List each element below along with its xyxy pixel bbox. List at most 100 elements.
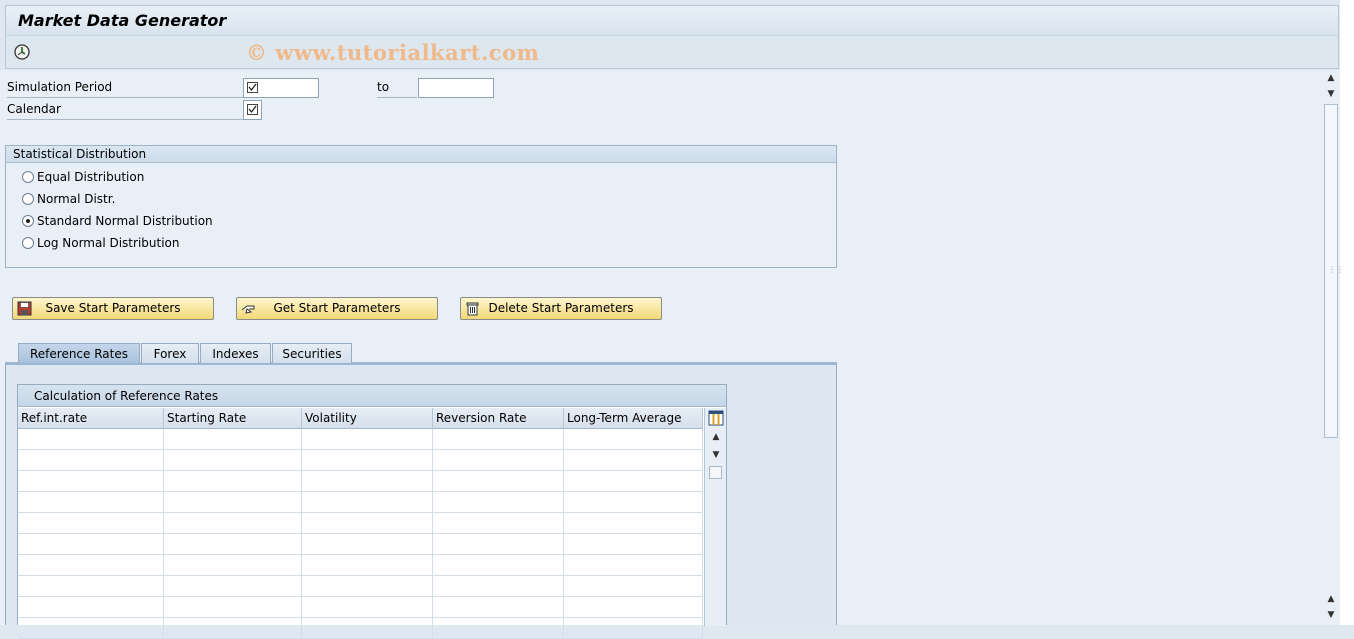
radio-standard-normal-distribution[interactable]: Standard Normal Distribution — [22, 212, 213, 230]
table-row[interactable] — [18, 492, 703, 513]
column-header-starting-rate[interactable]: Starting Rate — [164, 408, 302, 429]
table-settings-icon[interactable] — [708, 410, 724, 426]
table-cell[interactable] — [302, 597, 433, 618]
scroll-down-icon[interactable]: ▼ — [1325, 88, 1337, 100]
table-cell[interactable] — [164, 513, 302, 534]
tab-forex[interactable]: Forex — [141, 343, 199, 363]
table-cell[interactable] — [18, 555, 164, 576]
table-scroll-up-icon[interactable]: ▲ — [710, 432, 722, 442]
table-cell[interactable] — [564, 618, 703, 639]
table-cell[interactable] — [564, 513, 703, 534]
page-scrollbar[interactable]: ▲ ▼ ⋮⋮ ▲ ▼ — [1322, 70, 1344, 625]
table-cell[interactable] — [302, 618, 433, 639]
table-cell[interactable] — [302, 534, 433, 555]
table-cell[interactable] — [433, 597, 564, 618]
column-header-reversion-rate[interactable]: Reversion Rate — [433, 408, 564, 429]
table-cell[interactable] — [433, 534, 564, 555]
table-cell[interactable] — [164, 597, 302, 618]
table-cell[interactable] — [564, 597, 703, 618]
table-cell[interactable] — [18, 513, 164, 534]
table-cell[interactable] — [18, 471, 164, 492]
tab-indexes[interactable]: Indexes — [200, 343, 271, 363]
table-cell[interactable] — [18, 597, 164, 618]
table-cell[interactable] — [564, 492, 703, 513]
table-cell[interactable] — [564, 555, 703, 576]
table-row[interactable] — [18, 618, 703, 639]
tab-label: Reference Rates — [29, 347, 128, 361]
save-start-parameters-button[interactable]: Save Start Parameters — [12, 297, 214, 320]
table-cell[interactable] — [18, 618, 164, 639]
table-cell[interactable] — [433, 429, 564, 450]
table-cell[interactable] — [164, 492, 302, 513]
table-row[interactable] — [18, 429, 703, 450]
table-cell[interactable] — [164, 450, 302, 471]
table-cell[interactable] — [302, 555, 433, 576]
table-row[interactable] — [18, 555, 703, 576]
radio-normal-distribution[interactable]: Normal Distr. — [22, 190, 115, 208]
table-scrollbar[interactable]: ▲ ▼ — [704, 408, 726, 626]
table-cell[interactable] — [433, 555, 564, 576]
table-cell[interactable] — [433, 471, 564, 492]
required-check-icon — [247, 82, 258, 93]
simulation-period-label: Simulation Period — [7, 80, 243, 98]
table-cell[interactable] — [564, 534, 703, 555]
table-cell[interactable] — [164, 555, 302, 576]
table-cell[interactable] — [164, 534, 302, 555]
scroll-thumb[interactable]: ⋮⋮ — [1324, 104, 1344, 438]
table-row[interactable] — [18, 576, 703, 597]
column-header-long-term-average[interactable]: Long-Term Average — [564, 408, 703, 429]
column-header-volatility[interactable]: Volatility — [302, 408, 433, 429]
table-scroll-down-icon[interactable]: ▼ — [710, 450, 722, 460]
table-cell[interactable] — [433, 450, 564, 471]
simulation-period-to-input[interactable] — [418, 78, 494, 98]
table-cell[interactable] — [164, 471, 302, 492]
execute-clock-icon[interactable] — [13, 43, 31, 61]
table-cell[interactable] — [302, 471, 433, 492]
table-cell[interactable] — [164, 618, 302, 639]
table-cell[interactable] — [18, 450, 164, 471]
delete-start-parameters-button[interactable]: Delete Start Parameters — [460, 297, 662, 320]
radio-button[interactable] — [22, 237, 34, 249]
table-cell[interactable] — [18, 576, 164, 597]
table-row[interactable] — [18, 597, 703, 618]
table-cell[interactable] — [302, 429, 433, 450]
table-cell[interactable] — [164, 429, 302, 450]
table-cell[interactable] — [564, 450, 703, 471]
table-cell[interactable] — [433, 618, 564, 639]
table-row[interactable] — [18, 450, 703, 471]
table-cell[interactable] — [18, 429, 164, 450]
table-cell[interactable] — [302, 576, 433, 597]
get-start-parameters-button[interactable]: Get Start Parameters — [236, 297, 438, 320]
table-cell[interactable] — [433, 576, 564, 597]
scroll-page-up-icon[interactable]: ▲ — [1325, 593, 1337, 605]
table-scroll-thumb[interactable] — [709, 466, 722, 479]
column-header-ref-int-rate[interactable]: Ref.int.rate — [18, 408, 164, 429]
table-cell[interactable] — [433, 513, 564, 534]
scroll-page-down-icon[interactable]: ▼ — [1325, 609, 1337, 621]
calendar-input[interactable] — [243, 100, 262, 120]
to-label: to — [377, 80, 417, 98]
table-cell[interactable] — [302, 492, 433, 513]
table-cell[interactable] — [564, 471, 703, 492]
radio-button[interactable] — [22, 171, 34, 183]
radio-equal-distribution[interactable]: Equal Distribution — [22, 168, 144, 186]
scroll-up-icon[interactable]: ▲ — [1325, 72, 1337, 84]
table-cell[interactable] — [302, 513, 433, 534]
table-row[interactable] — [18, 534, 703, 555]
radio-button[interactable] — [22, 193, 34, 205]
table-cell[interactable] — [164, 576, 302, 597]
title-bar: Market Data Generator — [5, 5, 1339, 35]
simulation-period-from-input[interactable] — [243, 78, 319, 98]
table-cell[interactable] — [564, 576, 703, 597]
table-row[interactable] — [18, 513, 703, 534]
tab-securities[interactable]: Securities — [272, 343, 352, 363]
tab-reference-rates[interactable]: Reference Rates — [18, 343, 140, 363]
table-cell[interactable] — [18, 534, 164, 555]
radio-button[interactable] — [22, 215, 34, 227]
table-cell[interactable] — [18, 492, 164, 513]
table-cell[interactable] — [433, 492, 564, 513]
table-cell[interactable] — [302, 450, 433, 471]
table-cell[interactable] — [564, 429, 703, 450]
table-row[interactable] — [18, 471, 703, 492]
radio-log-normal-distribution[interactable]: Log Normal Distribution — [22, 234, 180, 252]
